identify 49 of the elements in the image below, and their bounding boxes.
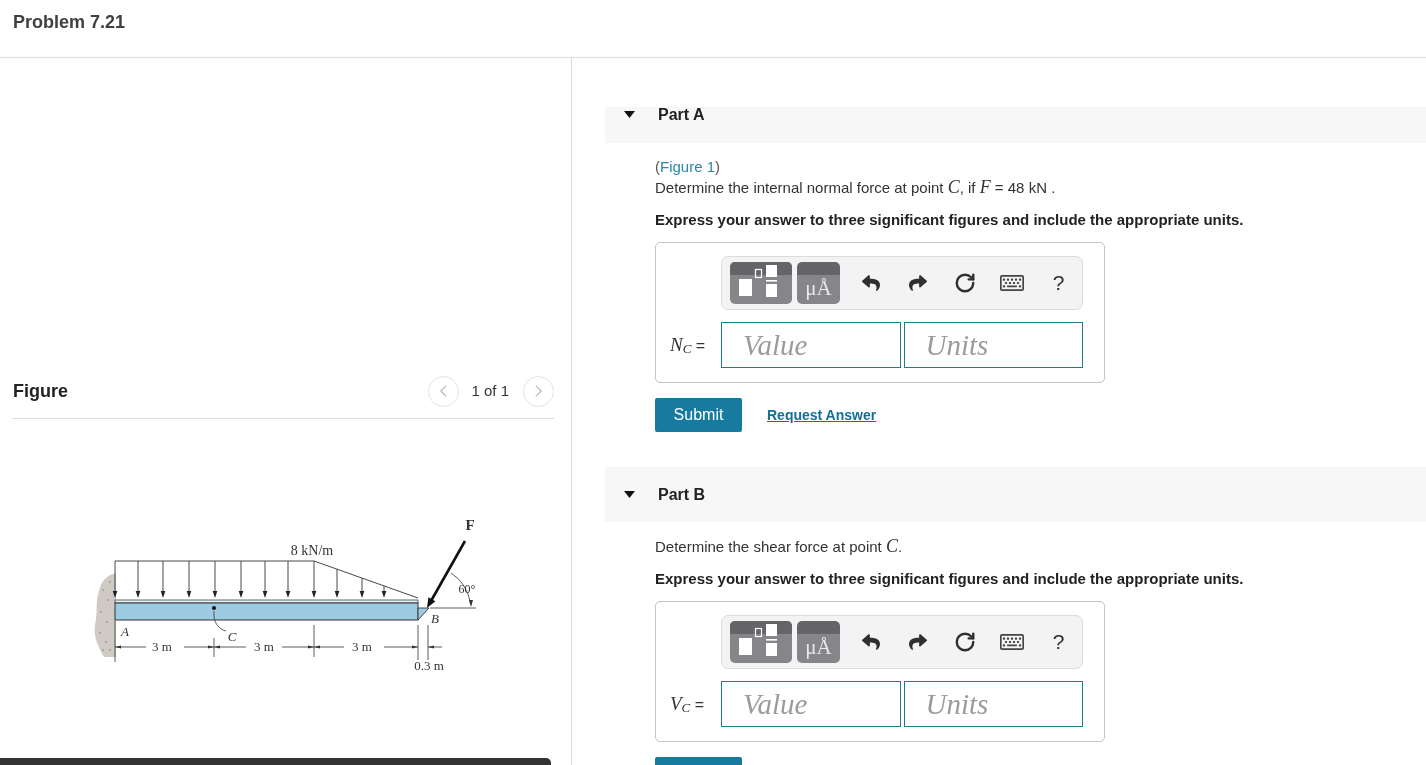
redo-icon [909,274,928,292]
figure-link[interactable]: Figure 1 [660,158,716,175]
value-input[interactable]: Value [721,322,901,368]
chevron-left-icon [440,385,448,397]
instruction-text: Express your answer to three significant figures and include the appropriate units. [655,569,1244,589]
span-label: 3 m [152,639,172,654]
point-label: A [121,624,129,639]
point-label: C [227,629,237,644]
load-label: 8 kN/m [290,543,334,558]
point-label: B [431,611,439,626]
angle-label: 60° [458,582,476,596]
symbols-button[interactable]: μÅ [797,621,840,663]
offset-label: 0.3 m [414,658,444,673]
help-button[interactable]: ? [1035,621,1082,663]
template-icon [730,262,792,304]
instruction-text: Express your answer to three significant figures and include the appropriate units. [655,210,1244,230]
reset-icon [953,631,976,653]
request-answer-link[interactable]: Request Answer [767,407,877,423]
template-icon [730,621,792,663]
figure-reference: (Figure 1) [655,157,721,177]
page-counter: 1 of 1 [471,382,509,400]
reset-icon [953,272,976,294]
chevron-right-icon [535,385,542,397]
question-text: Determine the shear force at point C. [655,536,903,557]
figure-heading: Figure [13,380,68,402]
part-title: Part A [658,107,705,122]
undo-icon [862,633,881,651]
part-title: Part B [658,484,706,505]
caret-icon[interactable] [624,491,635,498]
value-input[interactable]: Value [721,681,901,727]
answer-label: N$_{C}$ = [670,333,707,357]
question-text: Determine the internal normal force at point C, if F = 48 kN . [655,177,1056,198]
redo-icon [909,633,928,651]
span-label: 3 m [254,639,274,654]
part-header[interactable]: Part B [605,467,1426,522]
part-header[interactable]: Part A [605,107,1426,143]
units-input[interactable]: Units [903,681,1083,727]
force-label: F [465,517,475,533]
submit-button[interactable]: Submit [655,398,742,432]
templates-button[interactable] [730,262,792,304]
answer-label: V$_{C}$ = [670,692,706,716]
symbols-button[interactable]: μÅ [797,262,840,304]
problem-title: Problem 7.21 [13,11,126,33]
help-button[interactable]: ? [1035,262,1082,304]
undo-icon [862,274,881,292]
templates-button[interactable] [730,621,792,663]
span-label: 3 m [352,639,372,654]
caret-icon[interactable] [624,111,635,118]
units-input[interactable]: Units [903,322,1083,368]
